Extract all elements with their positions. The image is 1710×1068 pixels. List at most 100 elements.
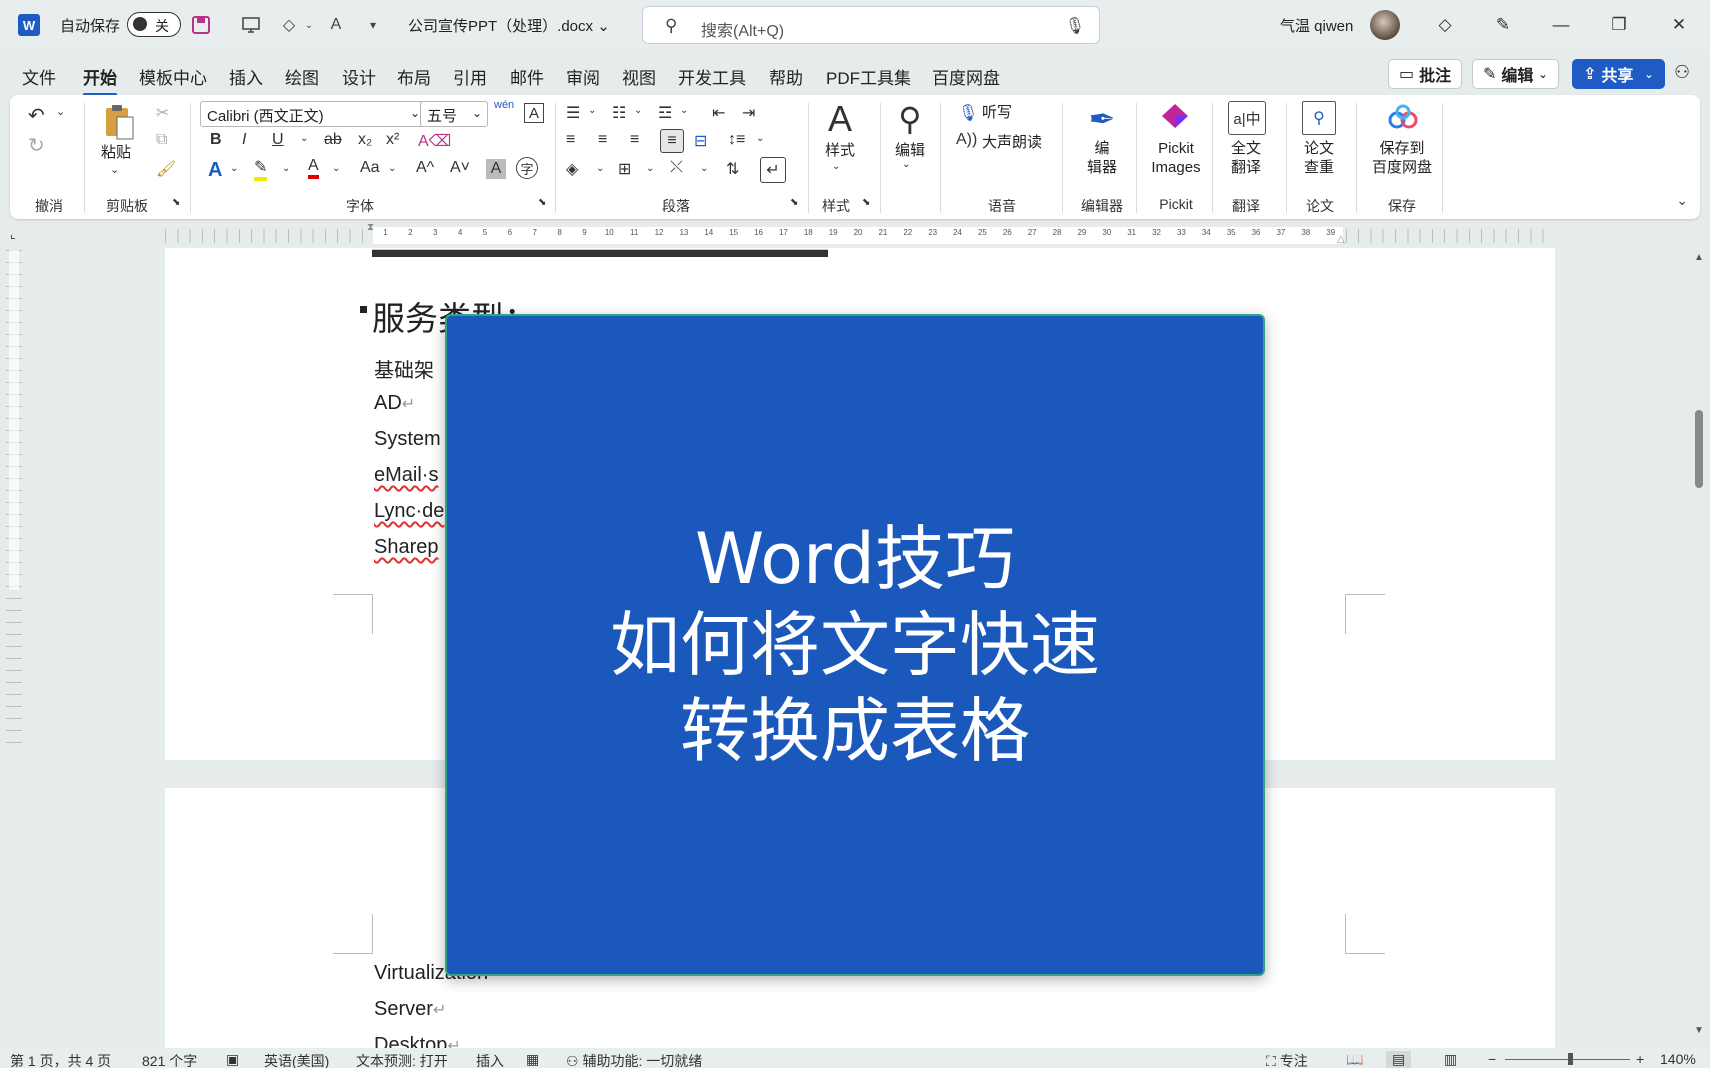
save-to-baidu-label[interactable]: 保存到 百度网盘 (1368, 139, 1436, 177)
text-effects-icon[interactable]: A (208, 159, 222, 182)
editor-label[interactable]: 编辑器 (1082, 139, 1122, 177)
chevron-down-icon[interactable]: ⌄ (388, 163, 396, 174)
paste-icon[interactable] (102, 103, 138, 141)
scrollbar-thumb[interactable] (1695, 410, 1703, 488)
align-right-icon[interactable]: ≡ (630, 131, 639, 149)
subscript-icon[interactable]: x₂ (358, 131, 372, 149)
tab-references[interactable]: 引用 (453, 64, 487, 89)
right-indent-marker-icon[interactable]: △ (1337, 234, 1345, 245)
body-line[interactable]: Sharep (374, 536, 439, 559)
horizontal-ruler[interactable]: ⌞ 1 2 3 4 5 6 7 8 9 10 11 12 13 14 15 16 17 18 19 20 21 22 23 2… (0, 222, 1700, 248)
editing-label[interactable]: 编辑 (888, 141, 932, 160)
dialog-launcher-icon[interactable]: ⬊ (538, 197, 546, 208)
chevron-down-icon[interactable]: ⌄ (596, 163, 604, 174)
copy-icon[interactable]: ⧉ (156, 131, 167, 149)
dialog-launcher-icon[interactable]: ⬊ (862, 197, 870, 208)
editor-pen-icon[interactable]: ✒ (1082, 99, 1122, 139)
body-line[interactable]: Lync·de (374, 500, 444, 523)
plagiarism-check-icon[interactable]: ⚲ (1302, 101, 1336, 135)
body-line[interactable]: Server↵ (374, 998, 446, 1021)
dialog-launcher-icon[interactable]: ⬊ (790, 197, 798, 208)
microphone-icon[interactable]: 🎙 (1065, 16, 1085, 36)
restore-icon[interactable]: ❐ (1606, 12, 1632, 38)
font-name-select[interactable]: Calibri (西文正文) ⌄ (200, 101, 426, 127)
chevron-down-icon[interactable]: ⌄ (110, 163, 119, 176)
align-left-icon[interactable]: ≡ (566, 131, 575, 149)
clear-format-icon[interactable]: A⌫ (418, 131, 451, 151)
chevron-down-icon[interactable]: ⌄ (298, 14, 320, 36)
font-color-icon[interactable]: A (308, 157, 319, 179)
text-prediction-status[interactable]: 文本预测: 打开 (356, 1051, 448, 1068)
justify-icon[interactable]: ≡ (660, 129, 684, 153)
italic-icon[interactable]: I (242, 131, 246, 149)
search-box[interactable]: ⚲ 搜索(Alt+Q) 🎙 (642, 6, 1100, 44)
vertical-scrollbar[interactable]: ▲ ▼ (1692, 250, 1706, 1040)
zoom-out-icon[interactable]: − (1488, 1051, 1496, 1067)
chevron-down-icon[interactable]: ⌄ (680, 105, 688, 116)
read-aloud-label[interactable]: 大声朗读 (982, 133, 1042, 152)
comment-button[interactable]: ▭ 批注 (1388, 59, 1463, 89)
pickit-icon[interactable] (1158, 101, 1192, 135)
undo-icon[interactable]: ↶ (28, 103, 45, 128)
tab-help[interactable]: 帮助 (769, 64, 803, 89)
proofing-icon[interactable]: ▣ (226, 1051, 239, 1068)
body-line[interactable]: Desktop↵ (374, 1034, 461, 1048)
body-line[interactable]: AD↵ (374, 392, 415, 415)
focus-mode[interactable]: ⛶ 专注 (1266, 1051, 1308, 1068)
tab-home[interactable]: 开始 (83, 64, 117, 96)
chevron-down-icon[interactable]: ⌄ (646, 163, 654, 174)
macro-record-icon[interactable]: ▦ (526, 1051, 539, 1068)
body-line[interactable]: eMail·s (374, 464, 438, 487)
chevron-down-icon[interactable]: ⌄ (902, 159, 910, 170)
read-aloud-icon[interactable]: A)) (956, 131, 977, 149)
minimize-icon[interactable]: — (1548, 12, 1574, 38)
styles-label[interactable]: 样式 (818, 141, 862, 160)
document-title[interactable]: 公司宣传PPT（处理）.docx ⌄ (408, 15, 610, 36)
close-icon[interactable]: ✕ (1666, 12, 1692, 38)
shrink-font-icon[interactable]: A˅ (450, 159, 470, 177)
collapse-ribbon-icon[interactable]: ⌄ (1676, 192, 1688, 209)
chevron-down-icon[interactable]: ⌄ (300, 133, 308, 144)
accessibility-status[interactable]: ⚇ 辅助功能: 一切就绪 (566, 1051, 702, 1068)
save-icon[interactable] (190, 14, 212, 36)
numbering-icon[interactable]: ☷ (612, 103, 626, 123)
character-border-icon[interactable]: A (524, 103, 544, 123)
highlight-icon[interactable]: ✎ (254, 157, 268, 181)
sort-icon[interactable]: ⇅ (726, 159, 739, 179)
avatar[interactable] (1370, 10, 1400, 40)
increase-indent-icon[interactable]: ⇥ (742, 103, 755, 123)
diamond-icon[interactable]: ◇ (1432, 12, 1458, 38)
tab-view[interactable]: 视图 (622, 64, 656, 89)
change-case-icon[interactable]: Aa (360, 159, 380, 177)
dialog-launcher-icon[interactable]: ⬊ (172, 197, 180, 208)
autosave-toggle[interactable]: 关 (127, 12, 181, 37)
bold-icon[interactable]: B (210, 131, 222, 149)
zoom-level[interactable]: 140% (1660, 1051, 1696, 1067)
find-icon[interactable]: ⚲ (890, 99, 930, 139)
zoom-in-icon[interactable]: + (1636, 1051, 1644, 1067)
tab-baidu-netdisk[interactable]: 百度网盘 (932, 64, 1000, 89)
superscript-icon[interactable]: x² (386, 131, 399, 149)
user-name[interactable]: 气温 qiwen (1280, 15, 1353, 36)
pen-icon[interactable]: ✎ (1490, 12, 1516, 38)
web-layout-icon[interactable]: ▥ (1444, 1051, 1457, 1068)
multilevel-list-icon[interactable]: ☲ (658, 103, 672, 123)
paste-label[interactable]: 粘贴 (96, 143, 136, 162)
line-spacing-icon[interactable]: ↕≡ (728, 131, 745, 149)
edit-mode-button[interactable]: ✎ 编辑 ⌄ (1472, 59, 1559, 89)
plagiarism-check-label[interactable]: 论文 查重 (1298, 139, 1340, 177)
paint-bucket-icon[interactable]: ◇ (278, 14, 300, 36)
word-count[interactable]: 821 个字 (142, 1051, 197, 1068)
chevron-down-icon[interactable]: ⌄ (56, 105, 65, 118)
grow-font-icon[interactable]: A^ (416, 159, 434, 177)
tab-insert[interactable]: 插入 (229, 64, 263, 89)
page-count[interactable]: 第 1 页，共 4 页 (10, 1051, 111, 1068)
customize-quick-access-icon[interactable]: ▾ (362, 14, 384, 36)
show-marks-icon[interactable]: ↵ (760, 157, 786, 183)
insert-mode[interactable]: 插入 (476, 1051, 504, 1068)
text-direction-icon[interactable]: ⤬ (670, 159, 683, 177)
bullets-icon[interactable]: ☰ (566, 103, 580, 123)
share-button[interactable]: ⇪ 共享 ⌄ (1572, 59, 1665, 89)
chevron-down-icon[interactable]: ⌄ (756, 133, 764, 144)
font-size-select[interactable]: 五号 ⌄ (420, 101, 488, 127)
